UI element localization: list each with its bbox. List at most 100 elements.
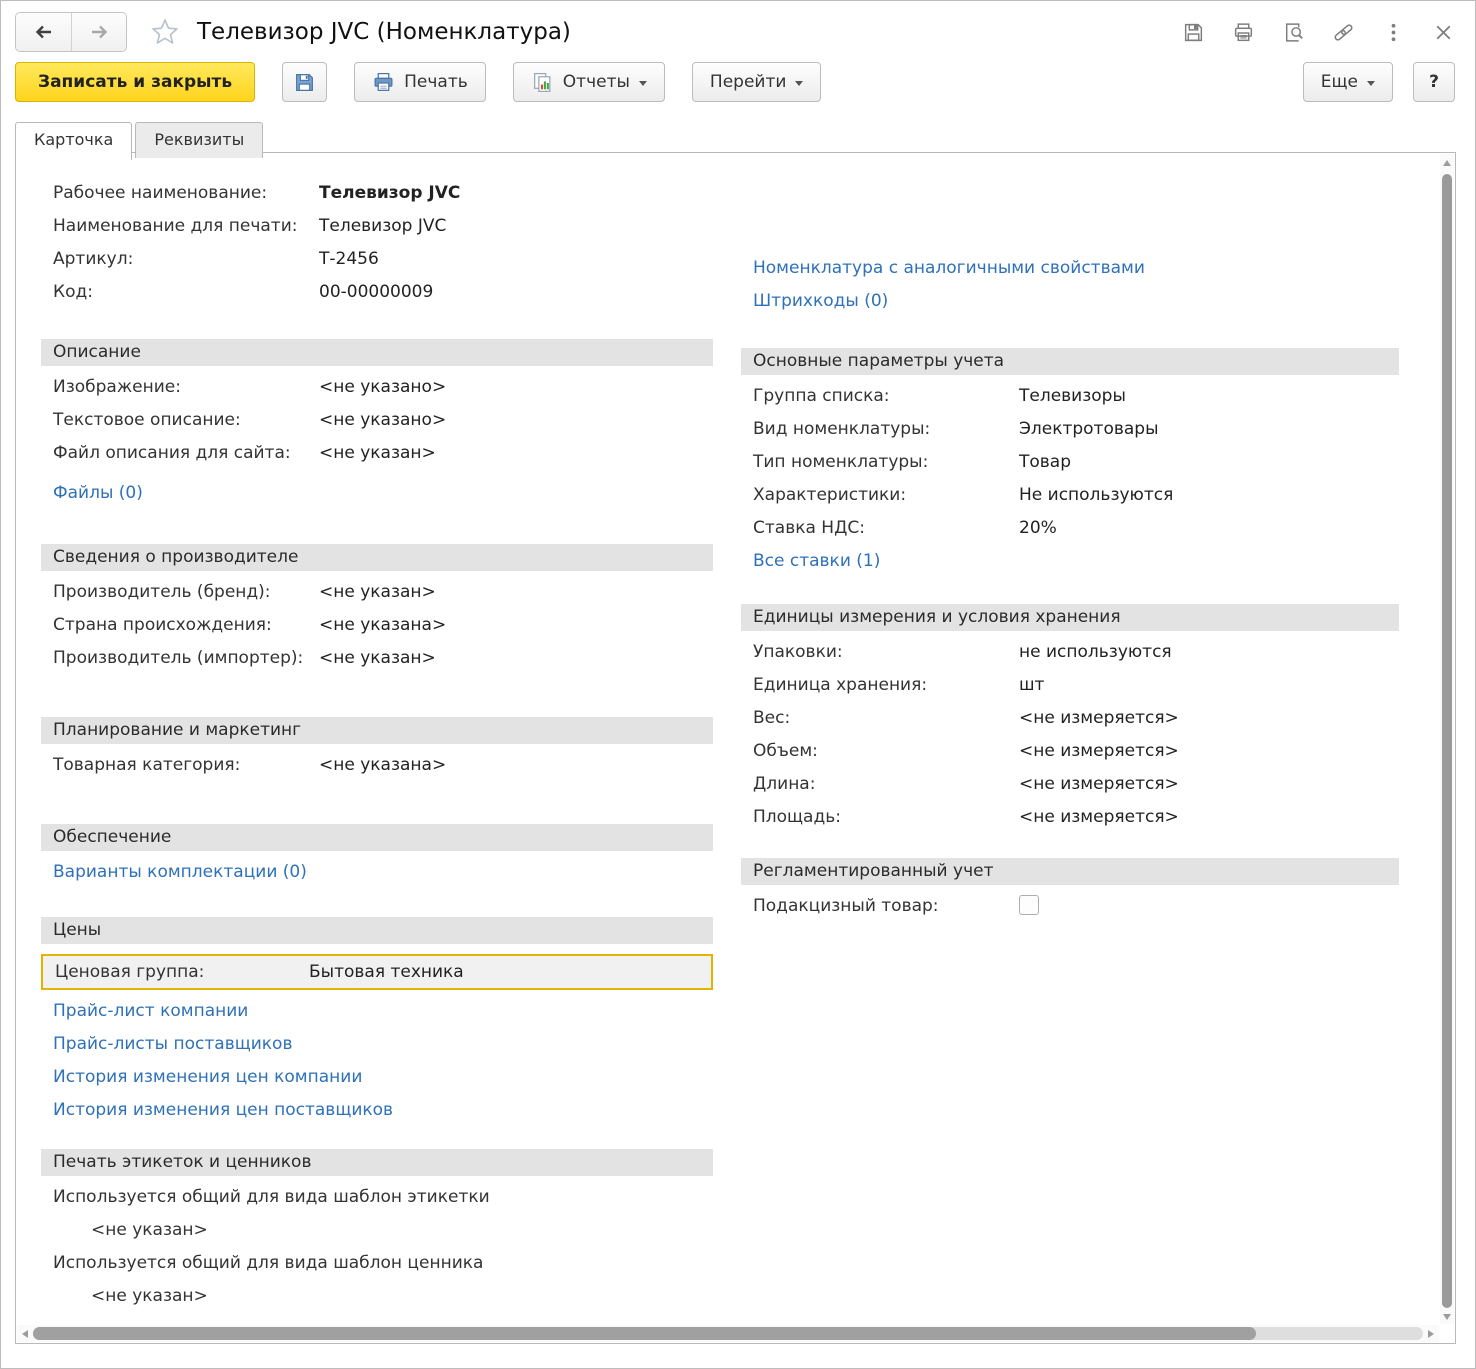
field-row-item-type: Тип номенклатуры: Товар (741, 451, 1399, 473)
field-label: Вес: (753, 707, 1019, 729)
field-value[interactable]: <не указан> (319, 442, 436, 464)
field-label: Единица хранения: (753, 674, 1019, 696)
field-label: Упаковки: (753, 641, 1019, 663)
horizontal-scrollbar[interactable] (17, 1325, 1439, 1342)
field-value[interactable]: <не указана> (319, 614, 446, 636)
horizontal-scroll-track[interactable] (33, 1327, 1423, 1340)
similar-items-link[interactable]: Номенклатура с аналогичными свойствами (741, 257, 1399, 279)
field-value[interactable]: <не измеряется> (1019, 740, 1179, 762)
pricetag-template-text: Используется общий для вида шаблон ценни… (41, 1252, 713, 1274)
reports-button[interactable]: Отчеты (513, 62, 665, 102)
field-label: Страна происхождения: (53, 614, 319, 636)
floppy-icon (293, 71, 316, 94)
field-value[interactable]: Т-2456 (319, 248, 379, 270)
tab-card[interactable]: Карточка (15, 122, 132, 160)
field-row-list-group: Группа списка: Телевизоры (741, 385, 1399, 407)
field-value[interactable]: <не указан> (319, 647, 436, 669)
static-text: Используется общий для вида шаблон ценни… (53, 1252, 483, 1274)
field-label: Наименование для печати: (53, 215, 319, 237)
company-pricelist-link[interactable]: Прайс-лист компании (41, 1000, 713, 1022)
all-rates-link[interactable]: Все ставки (1) (741, 550, 1399, 572)
field-label: Подакцизный товар: (753, 895, 1019, 917)
right-column: Номенклатура с аналогичными свойствами Ш… (741, 182, 1399, 1323)
field-value[interactable]: <не указана> (319, 754, 446, 776)
field-value[interactable]: <не измеряется> (1019, 707, 1179, 729)
vertical-scroll-thumb[interactable] (1442, 174, 1452, 1308)
field-label: Производитель (бренд): (53, 581, 319, 603)
pricetag-template-value: <не указан> (41, 1285, 713, 1307)
forward-arrow-icon (88, 22, 110, 42)
field-label: Объем: (753, 740, 1019, 762)
link-icon[interactable] (1332, 21, 1355, 44)
field-value[interactable]: <не указано> (319, 409, 446, 431)
forward-button[interactable] (71, 13, 126, 51)
field-label: Текстовое описание: (53, 409, 319, 431)
save-button[interactable] (282, 62, 327, 102)
files-link[interactable]: Файлы (0) (41, 482, 713, 504)
field-row-packages: Упаковки: не используются (741, 641, 1399, 663)
preview-icon[interactable] (1282, 21, 1305, 44)
field-label: Группа списка: (753, 385, 1019, 407)
titlebar: Телевизор JVC (Номенклатура) (1, 1, 1475, 53)
field-row-brand: Производитель (бренд): <не указан> (41, 581, 713, 603)
more-button-label: Еще (1321, 72, 1358, 92)
scroll-right-arrow-icon[interactable] (1428, 1330, 1434, 1338)
chevron-down-icon (1367, 81, 1375, 86)
field-value[interactable]: не используются (1019, 641, 1172, 663)
field-value[interactable]: Электротовары (1019, 418, 1159, 440)
barcodes-link[interactable]: Штрихкоды (0) (741, 290, 1399, 312)
help-button[interactable]: ? (1413, 62, 1455, 102)
more-vertical-icon[interactable] (1382, 21, 1405, 44)
kit-variants-link[interactable]: Варианты комплектации (0) (41, 861, 713, 883)
field-value[interactable]: Телевизор JVC (319, 182, 460, 204)
field-label: Файл описания для сайта: (53, 442, 319, 464)
field-value[interactable]: <не указано> (319, 376, 446, 398)
scroll-left-arrow-icon[interactable] (22, 1330, 28, 1338)
save-icon[interactable] (1182, 21, 1205, 44)
back-button[interactable] (16, 13, 71, 51)
goto-button[interactable]: Перейти (692, 62, 822, 102)
field-value[interactable]: 20% (1019, 517, 1057, 539)
field-row-storage-unit: Единица хранения: шт (741, 674, 1399, 696)
supplier-price-history-link[interactable]: История изменения цен поставщиков (41, 1099, 713, 1121)
print-button[interactable]: Печать (354, 62, 486, 102)
field-value[interactable]: Товар (1019, 451, 1071, 473)
section-manufacturer: Сведения о производителе Производитель (… (41, 544, 713, 669)
vertical-scrollbar[interactable] (1440, 154, 1454, 1324)
field-value[interactable]: Телевизор JVC (319, 215, 446, 237)
close-icon[interactable] (1432, 21, 1455, 44)
more-button[interactable]: Еще (1303, 62, 1393, 102)
field-row-excisable: Подакцизный товар: (741, 895, 1399, 917)
section-header: Единицы измерения и условия хранения (741, 604, 1399, 631)
save-close-button[interactable]: Записать и закрыть (15, 62, 255, 102)
favorite-star-icon[interactable] (149, 16, 181, 48)
tab-bar: Карточка Реквизиты (1, 122, 1475, 160)
tab-details[interactable]: Реквизиты (135, 122, 263, 158)
scroll-up-arrow-icon[interactable] (1443, 160, 1451, 166)
excisable-checkbox[interactable] (1019, 895, 1039, 915)
field-value[interactable]: <не измеряется> (1019, 773, 1179, 795)
field-value[interactable]: <не указан> (319, 581, 436, 603)
horizontal-scroll-thumb[interactable] (33, 1327, 1256, 1340)
field-row-category: Товарная категория: <не указана> (41, 754, 713, 776)
section-header: Печать этикеток и ценников (41, 1149, 713, 1176)
section-accounting: Основные параметры учета Группа списка: … (741, 348, 1399, 572)
field-value[interactable]: шт (1019, 674, 1044, 696)
field-value[interactable]: <не указан> (91, 1219, 208, 1241)
nomenclature-card-window: Телевизор JVC (Номенклатура) (0, 0, 1476, 1369)
field-value[interactable]: 00-00000009 (319, 281, 433, 303)
field-value[interactable]: <не указан> (91, 1285, 208, 1307)
field-value[interactable]: Не используются (1019, 484, 1173, 506)
field-value[interactable]: Бытовая техника (309, 961, 464, 983)
left-column: Рабочее наименование: Телевизор JVC Наим… (41, 182, 713, 1323)
section-supply: Обеспечение Варианты комплектации (0) (41, 824, 713, 883)
field-value[interactable]: Телевизоры (1019, 385, 1126, 407)
company-price-history-link[interactable]: История изменения цен компании (41, 1066, 713, 1088)
price-group-row[interactable]: Ценовая группа: Бытовая техника (41, 954, 713, 990)
reports-button-label: Отчеты (563, 72, 630, 92)
print-icon[interactable] (1232, 21, 1255, 44)
scroll-down-arrow-icon[interactable] (1443, 1314, 1451, 1320)
supplier-pricelists-link[interactable]: Прайс-листы поставщиков (41, 1033, 713, 1055)
field-value[interactable]: <не измеряется> (1019, 806, 1179, 828)
chevron-down-icon (639, 81, 647, 86)
